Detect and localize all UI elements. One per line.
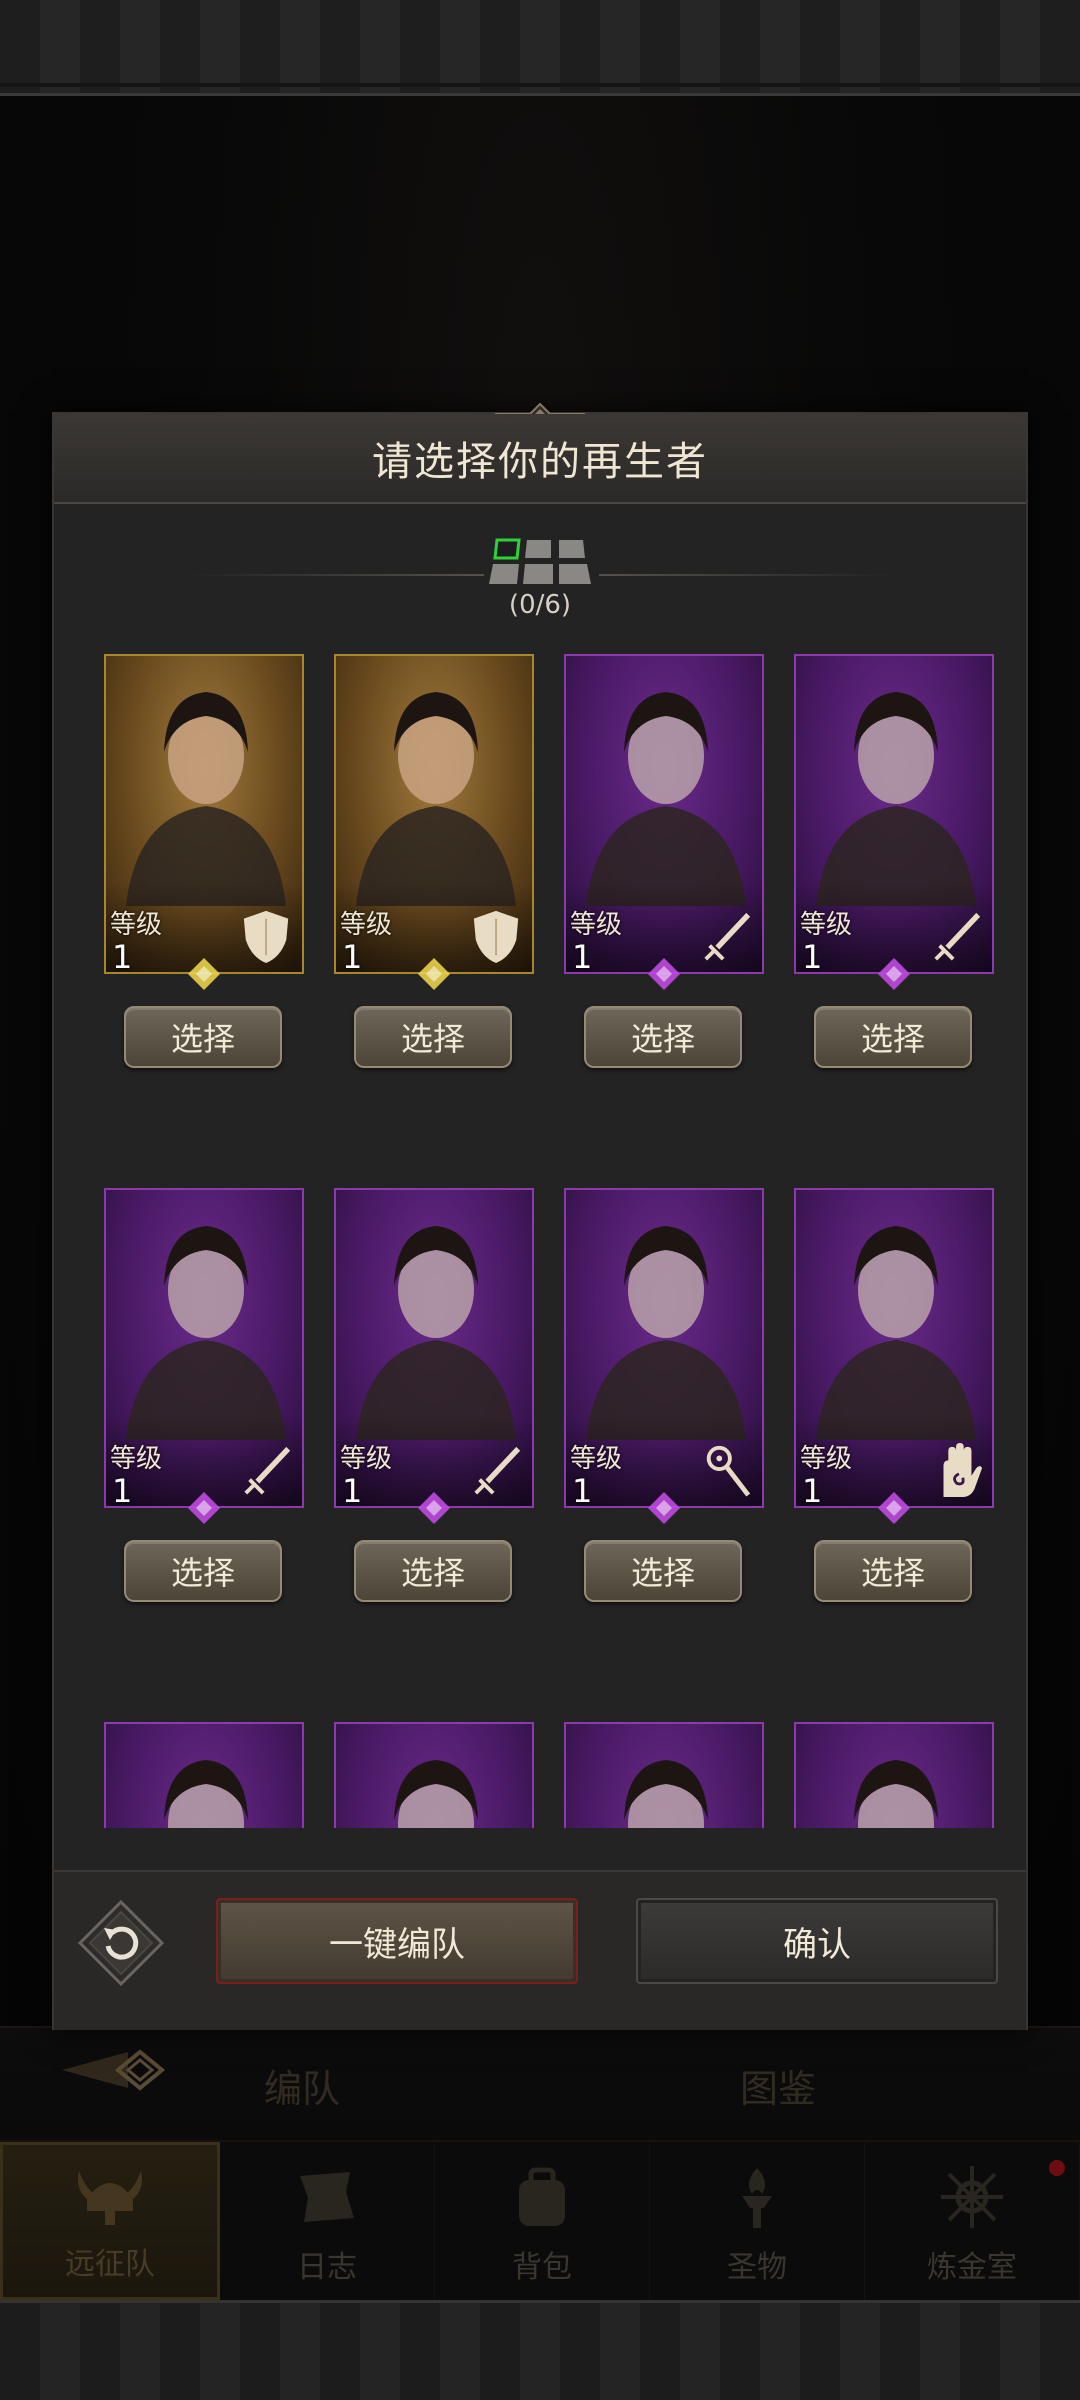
hero-portrait-frame[interactable]: 等级 1 <box>104 1188 304 1508</box>
hero-portrait <box>126 1226 286 1440</box>
level-label: 等级 <box>570 1444 623 1474</box>
hero-card[interactable] <box>794 1722 994 1828</box>
select-button[interactable]: 选择 <box>354 1006 512 1068</box>
hero-portrait <box>624 1760 708 1828</box>
select-button[interactable]: 选择 <box>584 1540 742 1602</box>
hero-portrait <box>586 1226 746 1440</box>
hero-portrait-frame[interactable] <box>334 1722 534 1828</box>
rarity-gem-icon <box>188 958 220 990</box>
rarity-gem-icon <box>648 1492 680 1524</box>
level-label: 等级 <box>570 910 623 940</box>
select-button[interactable]: 选择 <box>814 1540 972 1602</box>
level-value: 1 <box>112 938 133 974</box>
hero-portrait-frame[interactable]: 等级 1 <box>334 654 534 974</box>
hero-card[interactable] <box>564 1722 764 1828</box>
rarity-gem-icon <box>878 958 910 990</box>
sword-icon <box>474 1446 521 1495</box>
hero-portrait-frame[interactable]: 等级 1 <box>794 654 994 974</box>
hero-portrait-frame[interactable]: 等级 1 <box>564 654 764 974</box>
level-label: 等级 <box>800 910 853 940</box>
hero-card[interactable]: 等级 1 选择 <box>334 1188 534 1608</box>
team-slots-icon <box>489 538 591 584</box>
rarity-gem-icon <box>878 1492 910 1524</box>
level-value: 1 <box>802 1472 823 1508</box>
hero-portrait <box>126 692 286 906</box>
hero-portrait <box>394 1760 478 1828</box>
hero-portrait-frame[interactable]: 等级 1 <box>334 1188 534 1508</box>
select-button[interactable]: 选择 <box>124 1006 282 1068</box>
rarity-gem-icon <box>418 958 450 990</box>
auto-team-button[interactable]: 一键编队 <box>216 1898 578 1984</box>
sword-icon <box>934 912 981 961</box>
select-button[interactable]: 选择 <box>124 1540 282 1602</box>
hero-portrait-frame[interactable]: 等级 1 <box>794 1188 994 1508</box>
hero-card[interactable]: 等级 1 选择 <box>104 1188 304 1608</box>
dialog-footer: 一键编队 确认 <box>54 1870 1026 2030</box>
dialog-title: 请选择你的再生者 <box>372 439 708 485</box>
confirm-button[interactable]: 确认 <box>636 1898 998 1984</box>
hero-card[interactable] <box>104 1722 304 1828</box>
top-decorative-band <box>0 0 1080 96</box>
level-value: 1 <box>342 938 363 974</box>
level-label: 等级 <box>340 1444 393 1474</box>
level-value: 1 <box>572 938 593 974</box>
staff-icon <box>706 1445 751 1497</box>
hero-card[interactable] <box>334 1722 534 1828</box>
selected-count: (0/6) <box>508 590 572 620</box>
divider-left <box>184 574 484 576</box>
level-label: 等级 <box>800 1444 853 1474</box>
hero-card[interactable]: 等级 1 选择 <box>794 654 994 1074</box>
rarity-gem-icon <box>648 958 680 990</box>
level-value: 1 <box>112 1472 133 1508</box>
hero-portrait-frame[interactable] <box>794 1722 994 1828</box>
hero-portrait <box>816 1226 976 1440</box>
level-label: 等级 <box>340 910 393 940</box>
sword-icon <box>704 912 751 961</box>
select-button[interactable]: 选择 <box>584 1006 742 1068</box>
select-hero-dialog: 请选择你的再生者 (0/6) 等级 1 选择 等级 1 选择 等级 1 选择 等级 1 选择 等级 1 选择… <box>52 402 1028 2030</box>
select-button[interactable]: 选择 <box>814 1006 972 1068</box>
hero-card[interactable]: 等级 1 选择 <box>334 654 534 1074</box>
sword-icon <box>244 1446 291 1495</box>
divider-right <box>599 574 899 576</box>
level-label: 等级 <box>110 1444 163 1474</box>
level-label: 等级 <box>110 910 163 940</box>
hero-portrait <box>356 692 516 906</box>
hero-grid: 等级 1 选择 等级 1 选择 等级 1 选择 等级 1 选择 等级 1 选择 等级 1 选择 等级 1 选择 等级 1 选择 <box>54 654 1026 1828</box>
rarity-gem-icon <box>418 1492 450 1524</box>
shield-icon <box>473 910 519 963</box>
hero-card[interactable]: 等级 1 选择 <box>794 1188 994 1608</box>
dialog-header: 请选择你的再生者 <box>54 414 1026 504</box>
hero-portrait <box>164 1760 248 1828</box>
rarity-gem-icon <box>188 1492 220 1524</box>
select-button[interactable]: 选择 <box>354 1540 512 1602</box>
level-value: 1 <box>802 938 823 974</box>
level-value: 1 <box>572 1472 593 1508</box>
level-value: 1 <box>342 1472 363 1508</box>
palm-icon <box>943 1443 983 1497</box>
hero-card[interactable]: 等级 1 选择 <box>104 654 304 1074</box>
bottom-decorative-band <box>0 2300 1080 2400</box>
hero-card[interactable]: 等级 1 选择 <box>564 1188 764 1608</box>
reset-icon[interactable] <box>78 1900 164 1986</box>
hero-portrait <box>854 1760 938 1828</box>
hero-portrait <box>356 1226 516 1440</box>
hero-portrait <box>816 692 976 906</box>
hero-card[interactable]: 等级 1 选择 <box>564 654 764 1074</box>
shield-icon <box>243 910 289 963</box>
hero-portrait-frame[interactable] <box>564 1722 764 1828</box>
hero-portrait-frame[interactable]: 等级 1 <box>564 1188 764 1508</box>
hero-portrait-frame[interactable]: 等级 1 <box>104 654 304 974</box>
hero-portrait <box>586 692 746 906</box>
hero-portrait-frame[interactable] <box>104 1722 304 1828</box>
